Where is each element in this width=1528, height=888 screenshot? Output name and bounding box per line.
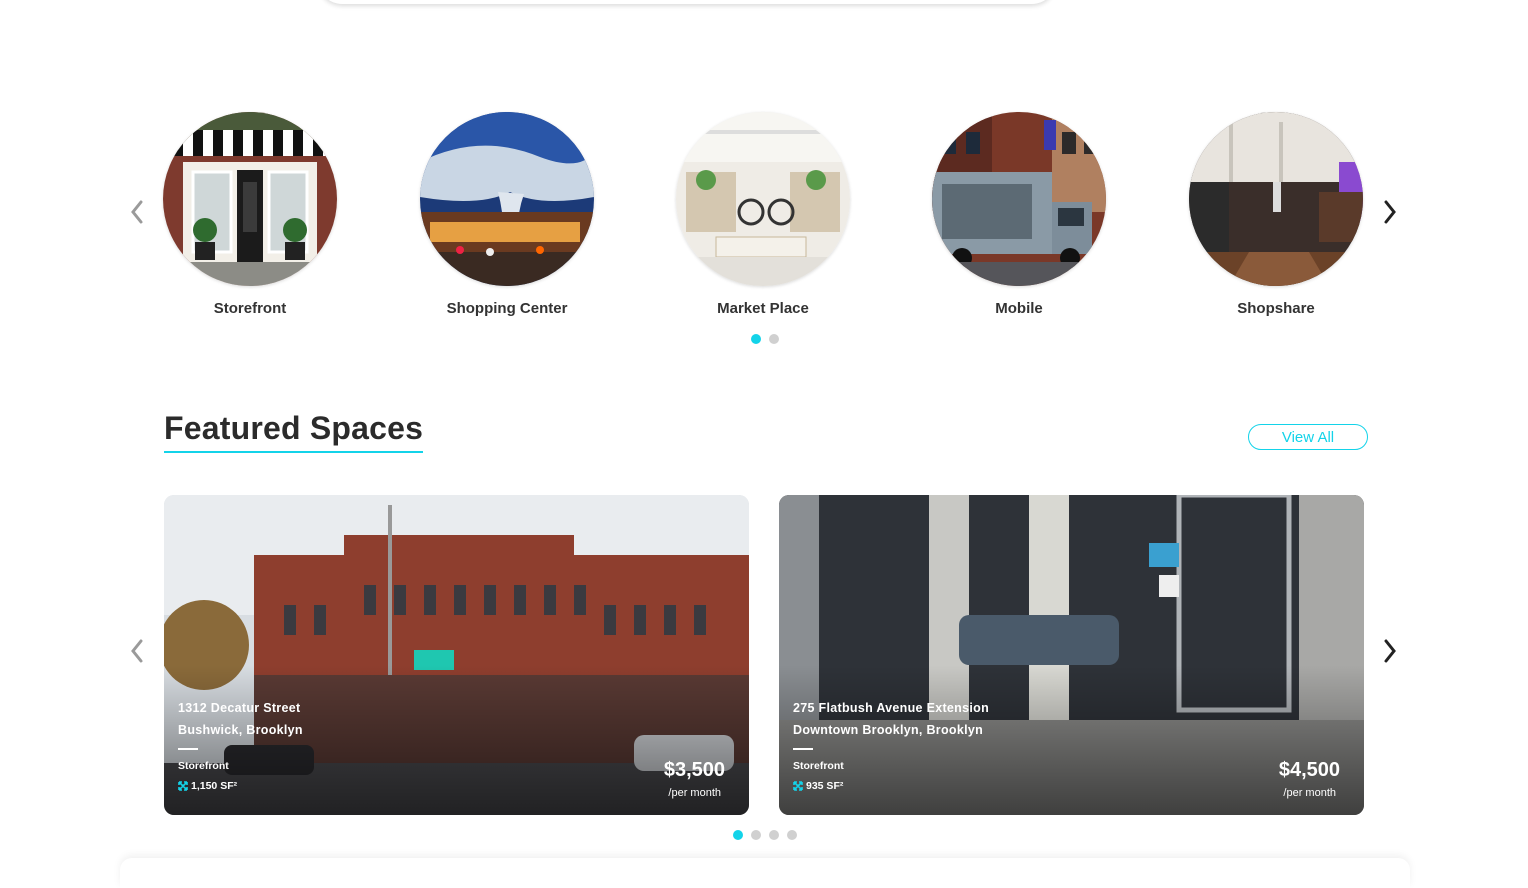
expand-arrows-icon [793, 781, 803, 791]
category-market-place[interactable]: Market Place [663, 112, 863, 317]
card-price-period: /per month [1283, 787, 1336, 799]
market-place-image [676, 112, 850, 286]
featured-card[interactable]: 275 Flatbush Avenue Extension Downtown B… [779, 495, 1364, 815]
featured-pagination [733, 830, 797, 840]
chevron-right-icon [1384, 639, 1396, 663]
category-next-button[interactable] [1375, 197, 1405, 227]
category-label: Shopping Center [446, 300, 568, 317]
card-divider [178, 748, 198, 750]
category-pagination [751, 334, 779, 344]
category-storefront[interactable]: Storefront [150, 112, 350, 317]
card-price: $3,500 [663, 759, 725, 781]
card-divider [793, 748, 813, 750]
next-section-edge [120, 858, 1410, 888]
featured-card[interactable]: 1312 Decatur Street Bushwick, Brooklyn S… [164, 495, 749, 815]
category-label: Storefront [213, 300, 287, 317]
card-size: 1,150 SF² [178, 780, 237, 792]
chevron-left-icon [131, 200, 143, 224]
shopping-center-image [420, 112, 594, 286]
pagination-dot[interactable] [769, 334, 779, 344]
featured-spaces-title: Featured Spaces [164, 410, 424, 453]
chevron-left-icon [131, 639, 143, 663]
category-mobile[interactable]: Mobile [919, 112, 1119, 317]
storefront-image [163, 112, 337, 286]
category-shopping-center[interactable]: Shopping Center [407, 112, 607, 317]
category-label: Market Place [717, 300, 809, 317]
card-size-value: 1,150 SF² [191, 780, 238, 792]
category-carousel: Storefront Shopping Center Market Place … [163, 112, 1364, 332]
pagination-dot[interactable] [733, 830, 743, 840]
card-street: 1312 Decatur Street [178, 701, 301, 715]
card-gradient [779, 665, 1364, 815]
pagination-dot[interactable] [751, 334, 761, 344]
pagination-dot[interactable] [769, 830, 779, 840]
card-gradient [164, 665, 749, 815]
search-bar-bottom-edge [318, 0, 1056, 4]
card-area: Downtown Brooklyn, Brooklyn [793, 723, 984, 737]
view-all-button[interactable]: View All [1248, 424, 1368, 450]
card-size-value: 935 SF² [806, 780, 844, 792]
chevron-right-icon [1384, 200, 1396, 224]
featured-next-button[interactable] [1375, 636, 1405, 666]
featured-prev-button[interactable] [122, 636, 152, 666]
card-type: Storefront [178, 760, 229, 772]
card-type: Storefront [793, 760, 844, 772]
mobile-image [932, 112, 1106, 286]
category-label: Mobile [995, 300, 1043, 317]
card-size: 935 SF² [793, 780, 843, 792]
card-area: Bushwick, Brooklyn [178, 723, 303, 737]
pagination-dot[interactable] [787, 830, 797, 840]
expand-arrows-icon [178, 781, 188, 791]
card-street: 275 Flatbush Avenue Extension [793, 701, 990, 715]
card-price: $4,500 [1278, 759, 1340, 781]
category-shopshare[interactable]: Shopshare [1176, 112, 1376, 317]
category-label: Shopshare [1237, 300, 1315, 317]
category-prev-button[interactable] [122, 197, 152, 227]
card-price-period: /per month [668, 787, 721, 799]
pagination-dot[interactable] [751, 830, 761, 840]
shopshare-image [1189, 112, 1363, 286]
